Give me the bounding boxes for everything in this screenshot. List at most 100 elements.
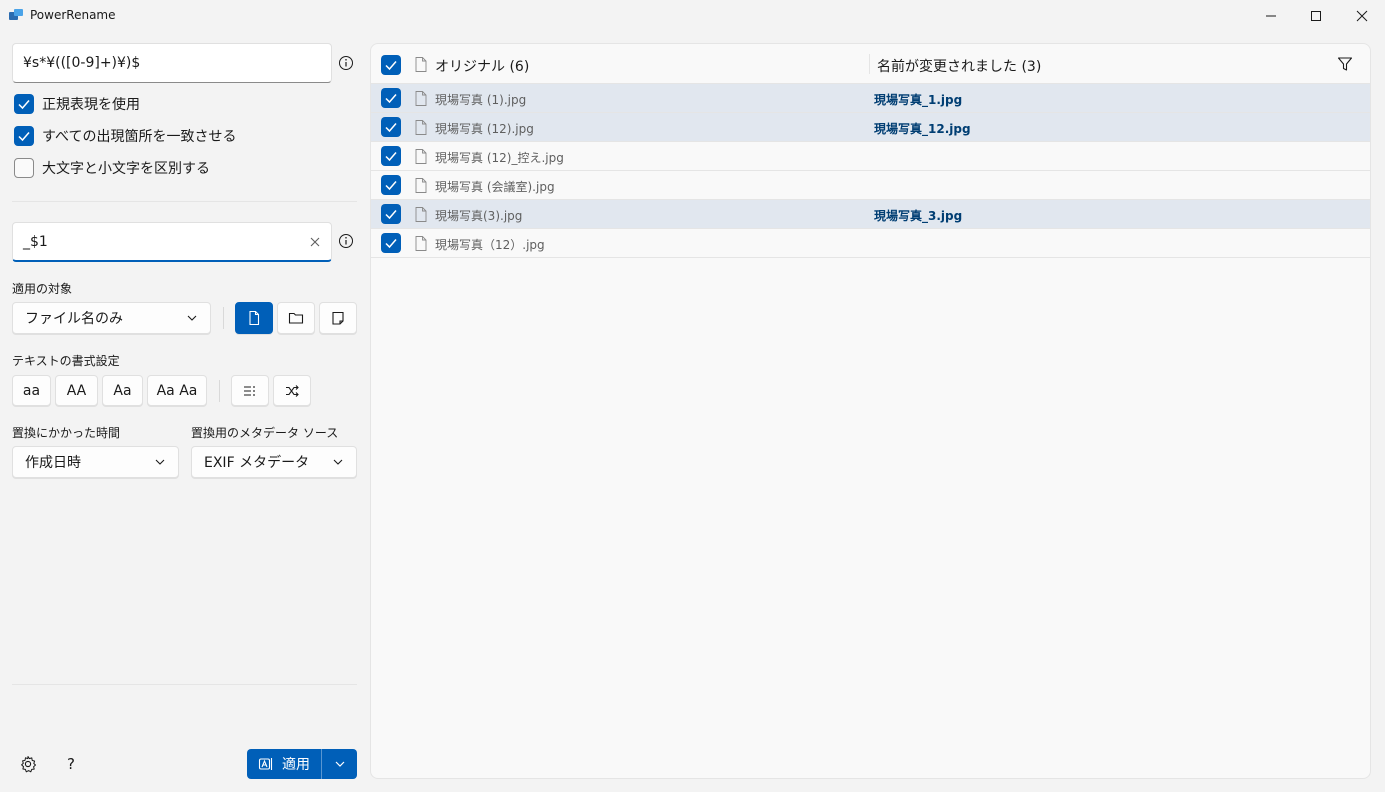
apply-button[interactable]: 適用 bbox=[247, 749, 321, 779]
column-separator[interactable] bbox=[869, 54, 870, 74]
uppercase-label: AA bbox=[66, 382, 87, 399]
close-button[interactable] bbox=[1339, 0, 1385, 32]
replace-info-icon[interactable] bbox=[338, 233, 354, 249]
case-sensitive-checkbox[interactable]: 大文字と小文字を区別する bbox=[14, 157, 210, 179]
settings-button[interactable] bbox=[18, 754, 38, 774]
minimize-icon bbox=[1266, 15, 1276, 17]
table-row[interactable]: 現場写真(3).jpg 現場写真_3.jpg bbox=[371, 200, 1370, 229]
apply-options-dropdown[interactable] bbox=[322, 749, 357, 779]
checkmark-icon bbox=[385, 152, 397, 162]
row-checkbox[interactable] bbox=[381, 117, 401, 137]
time-selected: 作成日時 bbox=[25, 455, 81, 471]
original-name: 現場写真 (会議室).jpg bbox=[435, 180, 555, 194]
original-column-header: オリジナル (6) bbox=[435, 59, 530, 75]
gear-icon bbox=[21, 756, 36, 773]
file-icon bbox=[415, 178, 427, 193]
checkmark-icon bbox=[18, 100, 30, 110]
window-title: PowerRename bbox=[30, 8, 116, 22]
renamed-name: 現場写真_12.jpg bbox=[874, 122, 971, 136]
file-icon bbox=[415, 120, 427, 135]
powerrename-app-icon bbox=[9, 9, 23, 20]
capitalize-words-button[interactable]: Aa Aa bbox=[147, 375, 207, 406]
search-info-icon[interactable] bbox=[338, 55, 354, 71]
toolbar-separator bbox=[223, 307, 224, 329]
include-files-toggle[interactable] bbox=[235, 302, 273, 334]
original-name: 現場写真 (12)_控え.jpg bbox=[435, 151, 564, 165]
randomize-button[interactable] bbox=[273, 375, 311, 406]
search-input[interactable]: ¥s*¥(([0-9]+)¥)$ bbox=[12, 43, 332, 83]
table-row[interactable]: 現場写真 (12)_控え.jpg bbox=[371, 142, 1370, 171]
list-header: オリジナル (6) 名前が変更されました (3) bbox=[371, 44, 1370, 84]
apply-to-label: 適用の対象 bbox=[12, 282, 73, 296]
filter-icon[interactable] bbox=[1337, 56, 1353, 72]
checkbox-unchecked[interactable] bbox=[14, 158, 34, 178]
table-row[interactable]: 現場写真 (1).jpg 現場写真_1.jpg bbox=[371, 84, 1370, 113]
toolbar-separator bbox=[219, 380, 220, 402]
subfolder-icon bbox=[332, 311, 344, 325]
chevron-down-icon bbox=[335, 761, 344, 767]
checkbox-label: 大文字と小文字を区別する bbox=[42, 161, 210, 177]
help-button[interactable]: ? bbox=[61, 754, 81, 774]
table-row[interactable]: 現場写真 (12).jpg 現場写真_12.jpg bbox=[371, 113, 1370, 142]
titlecase-button[interactable]: Aa bbox=[102, 375, 143, 406]
folder-icon bbox=[288, 312, 304, 324]
original-name: 現場写真(3).jpg bbox=[435, 209, 523, 223]
help-label: ? bbox=[67, 755, 75, 773]
time-label: 置換にかかった時間 bbox=[12, 426, 121, 440]
table-row[interactable]: 現場写真 (会議室).jpg bbox=[371, 171, 1370, 200]
metadata-label: 置換用のメタデータ ソース bbox=[191, 426, 339, 440]
file-icon bbox=[415, 236, 427, 251]
maximize-button[interactable] bbox=[1293, 0, 1339, 32]
text-format-label: テキストの書式設定 bbox=[12, 354, 120, 368]
select-all-checkbox[interactable] bbox=[381, 55, 401, 75]
close-icon bbox=[1356, 10, 1368, 22]
apply-split-button[interactable]: 適用 bbox=[247, 749, 357, 779]
file-list-panel: オリジナル (6) 名前が変更されました (3) 現場写真 (1).jpg 現場… bbox=[370, 43, 1371, 779]
checkbox-label: 正規表現を使用 bbox=[42, 97, 140, 113]
checkmark-icon bbox=[385, 61, 397, 71]
row-checkbox[interactable] bbox=[381, 88, 401, 108]
row-checkbox[interactable] bbox=[381, 146, 401, 166]
include-subfolders-toggle[interactable] bbox=[319, 302, 357, 334]
checkmark-icon bbox=[385, 181, 397, 191]
minimize-button[interactable] bbox=[1248, 0, 1294, 32]
titlecase-label: Aa bbox=[113, 382, 132, 399]
original-name: 現場写真 (12).jpg bbox=[435, 122, 534, 136]
clear-icon[interactable] bbox=[309, 236, 321, 248]
apply-button-label: 適用 bbox=[282, 757, 310, 773]
file-icon bbox=[249, 310, 260, 326]
row-checkbox[interactable] bbox=[381, 175, 401, 195]
checkmark-icon bbox=[385, 239, 397, 249]
file-icon bbox=[415, 207, 427, 222]
uppercase-button[interactable]: AA bbox=[55, 375, 98, 406]
checkbox-checked[interactable] bbox=[14, 94, 34, 114]
original-name: 現場写真 (1).jpg bbox=[435, 93, 527, 107]
enumerate-items-button[interactable] bbox=[231, 375, 269, 406]
capitalize-words-label: Aa Aa bbox=[156, 382, 198, 399]
checkmark-icon bbox=[385, 123, 397, 133]
row-checkbox[interactable] bbox=[381, 204, 401, 224]
section-divider bbox=[12, 684, 357, 685]
section-divider bbox=[12, 201, 357, 202]
metadata-dropdown[interactable]: EXIF メタデータ bbox=[191, 446, 357, 478]
replace-input[interactable]: _$1 bbox=[12, 222, 332, 262]
checkbox-label: すべての出現箇所を一致させる bbox=[42, 129, 237, 145]
checkmark-icon bbox=[385, 210, 397, 220]
row-checkbox[interactable] bbox=[381, 233, 401, 253]
chevron-down-icon bbox=[333, 459, 343, 465]
checkbox-checked[interactable] bbox=[14, 126, 34, 146]
table-row[interactable]: 現場写真（12）.jpg bbox=[371, 229, 1370, 258]
numbered-list-icon bbox=[244, 385, 255, 396]
match-all-checkbox[interactable]: すべての出現箇所を一致させる bbox=[14, 125, 236, 147]
renamed-name: 現場写真_1.jpg bbox=[874, 93, 963, 107]
use-regex-checkbox[interactable]: 正規表現を使用 bbox=[14, 93, 140, 115]
shuffle-icon bbox=[286, 384, 299, 397]
search-input-value: ¥s*¥(([0-9]+)¥)$ bbox=[23, 55, 141, 71]
time-dropdown[interactable]: 作成日時 bbox=[12, 446, 179, 478]
title-bar: PowerRename bbox=[0, 0, 1385, 32]
file-icon bbox=[415, 57, 427, 72]
replace-input-value: _$1 bbox=[23, 233, 48, 250]
lowercase-button[interactable]: aa bbox=[12, 375, 51, 406]
include-folders-toggle[interactable] bbox=[277, 302, 315, 334]
apply-to-dropdown[interactable]: ファイル名のみ bbox=[12, 302, 211, 334]
